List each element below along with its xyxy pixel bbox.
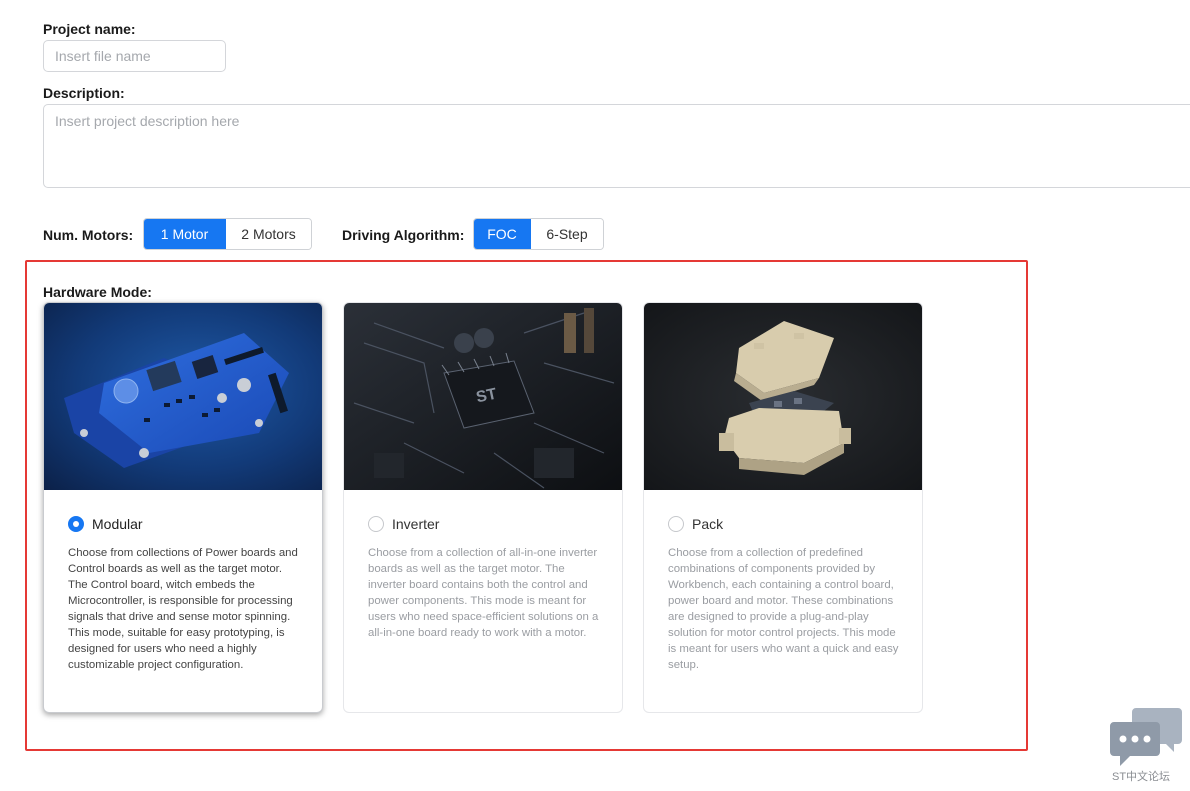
inverter-title: Inverter: [392, 516, 440, 532]
project-name-label: Project name:: [43, 21, 136, 37]
inverter-radio[interactable]: [368, 516, 384, 532]
modular-title: Modular: [92, 516, 143, 532]
pack-card[interactable]: Pack Choose from a collection of predefi…: [643, 302, 923, 713]
foc-button[interactable]: FOC: [474, 219, 531, 249]
two-motors-button[interactable]: 2 Motors: [226, 219, 311, 249]
num-motors-toggle: 1 Motor 2 Motors: [143, 218, 312, 250]
pack-description: Choose from a collection of predefined c…: [668, 547, 899, 671]
description-label: Description:: [43, 85, 125, 101]
inverter-description: Choose from a collection of all-in-one i…: [368, 547, 599, 639]
driving-algorithm-label: Driving Algorithm:: [342, 227, 465, 243]
driving-algorithm-toggle: FOC 6-Step: [473, 218, 604, 250]
modular-board-image: [44, 303, 322, 490]
description-textarea[interactable]: [43, 104, 1190, 188]
num-motors-label: Num. Motors:: [43, 227, 134, 243]
modular-card[interactable]: Modular Choose from collections of Power…: [43, 302, 323, 713]
pack-enclosure-image: [644, 303, 922, 490]
one-motor-button[interactable]: 1 Motor: [144, 219, 226, 249]
modular-radio[interactable]: [68, 516, 84, 532]
hardware-mode-label: Hardware Mode:: [43, 284, 152, 300]
project-name-input[interactable]: [43, 40, 226, 72]
inverter-card[interactable]: ST Inverter Choose from a collection of …: [343, 302, 623, 713]
pack-title: Pack: [692, 516, 724, 532]
inverter-board-image: ST: [344, 303, 622, 490]
watermark-caption: ST中文论坛: [1112, 771, 1171, 783]
pack-radio[interactable]: [668, 516, 684, 532]
six-step-button[interactable]: 6-Step: [531, 219, 603, 249]
modular-description: Choose from collections of Power boards …: [68, 547, 298, 671]
